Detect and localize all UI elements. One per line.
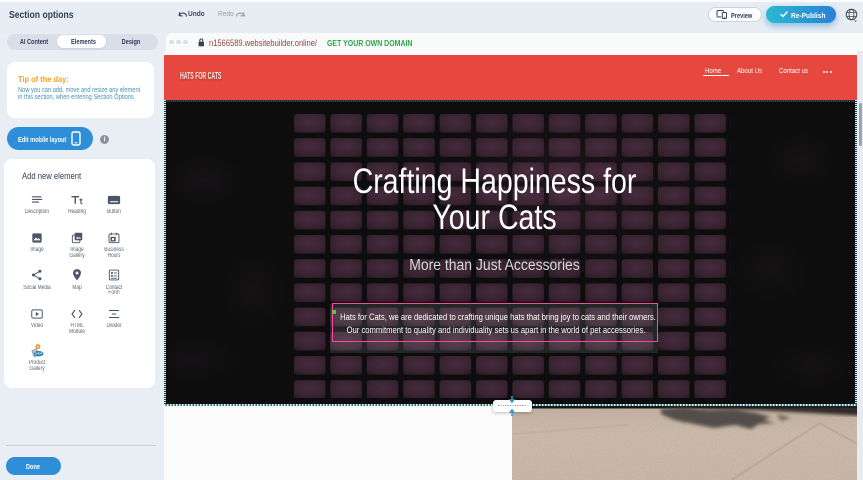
svg-text:SHOP: SHOP	[35, 351, 43, 355]
